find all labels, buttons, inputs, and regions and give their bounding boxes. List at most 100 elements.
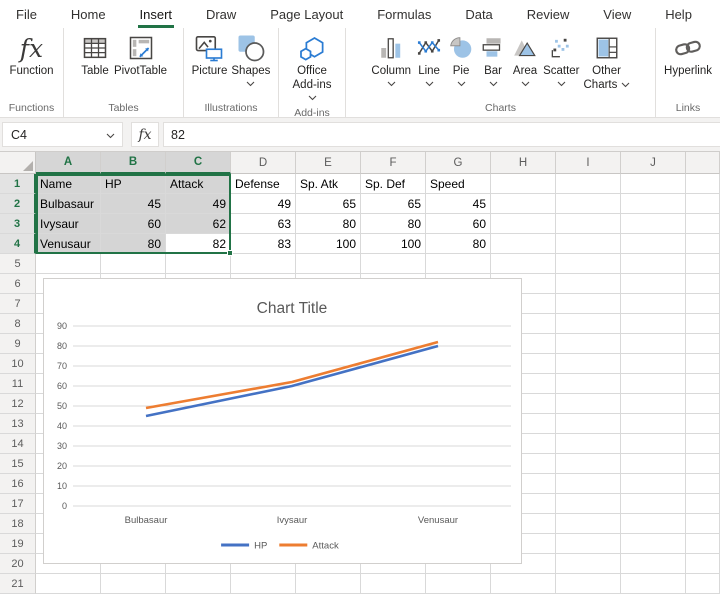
row-header-3[interactable]: 3	[0, 214, 36, 234]
cell-partial-21[interactable]	[686, 574, 720, 594]
cell-partial-11[interactable]	[686, 374, 720, 394]
cell-J13[interactable]	[621, 414, 686, 434]
cell-A1[interactable]: Name	[36, 174, 101, 194]
row-header-1[interactable]: 1	[0, 174, 36, 194]
row-header-15[interactable]: 15	[0, 454, 36, 474]
cell-C5[interactable]	[166, 254, 231, 274]
cell-partial-5[interactable]	[686, 254, 720, 274]
cell-A3[interactable]: Ivysaur	[36, 214, 101, 234]
tab-data[interactable]: Data	[463, 3, 494, 28]
cell-G5[interactable]	[426, 254, 491, 274]
column-header-partial[interactable]	[686, 152, 720, 174]
column-header-B[interactable]: B	[101, 152, 166, 174]
cell-J8[interactable]	[621, 314, 686, 334]
cell-J18[interactable]	[621, 514, 686, 534]
cell-D5[interactable]	[231, 254, 296, 274]
cell-I21[interactable]	[556, 574, 621, 594]
cell-H21[interactable]	[491, 574, 556, 594]
cell-I7[interactable]	[556, 294, 621, 314]
cell-H2[interactable]	[491, 194, 556, 214]
cell-J12[interactable]	[621, 394, 686, 414]
office-add-ins-button[interactable]: OfficeAdd-ins	[291, 30, 334, 104]
tab-help[interactable]: Help	[663, 3, 694, 28]
cell-G1[interactable]: Speed	[426, 174, 491, 194]
row-header-14[interactable]: 14	[0, 434, 36, 454]
column-header-E[interactable]: E	[296, 152, 361, 174]
cell-partial-3[interactable]	[686, 214, 720, 234]
cell-J15[interactable]	[621, 454, 686, 474]
cell-J5[interactable]	[621, 254, 686, 274]
column-header-F[interactable]: F	[361, 152, 426, 174]
cell-D1[interactable]: Defense	[231, 174, 296, 194]
cell-I15[interactable]	[556, 454, 621, 474]
cell-C4[interactable]: 82	[166, 234, 231, 254]
column-header-I[interactable]: I	[556, 152, 621, 174]
tab-page-layout[interactable]: Page Layout	[268, 3, 345, 28]
insert-function-button[interactable]: fx	[131, 122, 159, 147]
tab-home[interactable]: Home	[69, 3, 108, 28]
cell-E21[interactable]	[296, 574, 361, 594]
picture-button[interactable]: Picture	[190, 30, 230, 80]
cell-A5[interactable]	[36, 254, 101, 274]
cell-J10[interactable]	[621, 354, 686, 374]
cell-partial-20[interactable]	[686, 554, 720, 574]
row-header-7[interactable]: 7	[0, 294, 36, 314]
cell-B21[interactable]	[101, 574, 166, 594]
cell-E4[interactable]: 100	[296, 234, 361, 254]
cell-H1[interactable]	[491, 174, 556, 194]
cell-I12[interactable]	[556, 394, 621, 414]
cell-I1[interactable]	[556, 174, 621, 194]
column-header-A[interactable]: A	[36, 152, 101, 174]
bar-button[interactable]: Bar	[477, 30, 509, 90]
row-header-4[interactable]: 4	[0, 234, 36, 254]
cell-partial-2[interactable]	[686, 194, 720, 214]
cell-partial-17[interactable]	[686, 494, 720, 514]
cell-H5[interactable]	[491, 254, 556, 274]
cell-E5[interactable]	[296, 254, 361, 274]
cell-E3[interactable]: 80	[296, 214, 361, 234]
cell-C1[interactable]: Attack	[166, 174, 231, 194]
cell-partial-1[interactable]	[686, 174, 720, 194]
select-all-corner[interactable]	[0, 152, 36, 174]
row-header-11[interactable]: 11	[0, 374, 36, 394]
column-header-D[interactable]: D	[231, 152, 296, 174]
column-header-H[interactable]: H	[491, 152, 556, 174]
cell-I18[interactable]	[556, 514, 621, 534]
scatter-button[interactable]: Scatter	[541, 30, 581, 90]
tab-review[interactable]: Review	[525, 3, 572, 28]
cell-J6[interactable]	[621, 274, 686, 294]
cell-I6[interactable]	[556, 274, 621, 294]
cell-G3[interactable]: 60	[426, 214, 491, 234]
cell-F3[interactable]: 80	[361, 214, 426, 234]
cell-E2[interactable]: 65	[296, 194, 361, 214]
row-header-10[interactable]: 10	[0, 354, 36, 374]
table-button[interactable]: Table	[78, 30, 112, 80]
cell-B5[interactable]	[101, 254, 166, 274]
pie-button[interactable]: Pie	[445, 30, 477, 90]
cell-F1[interactable]: Sp. Def	[361, 174, 426, 194]
cell-I14[interactable]	[556, 434, 621, 454]
cell-D3[interactable]: 63	[231, 214, 296, 234]
row-header-13[interactable]: 13	[0, 414, 36, 434]
cell-partial-8[interactable]	[686, 314, 720, 334]
cell-A21[interactable]	[36, 574, 101, 594]
pivottable-button[interactable]: PivotTable	[112, 30, 169, 80]
cell-D4[interactable]: 83	[231, 234, 296, 254]
cell-I17[interactable]	[556, 494, 621, 514]
cell-I8[interactable]	[556, 314, 621, 334]
cell-I5[interactable]	[556, 254, 621, 274]
cell-D21[interactable]	[231, 574, 296, 594]
cell-E1[interactable]: Sp. Atk	[296, 174, 361, 194]
cell-J21[interactable]	[621, 574, 686, 594]
row-header-2[interactable]: 2	[0, 194, 36, 214]
cell-partial-14[interactable]	[686, 434, 720, 454]
cell-J1[interactable]	[621, 174, 686, 194]
cell-I20[interactable]	[556, 554, 621, 574]
cell-partial-6[interactable]	[686, 274, 720, 294]
cell-A2[interactable]: Bulbasaur	[36, 194, 101, 214]
row-header-5[interactable]: 5	[0, 254, 36, 274]
column-button[interactable]: Column	[369, 30, 413, 90]
cell-partial-7[interactable]	[686, 294, 720, 314]
row-header-12[interactable]: 12	[0, 394, 36, 414]
row-header-16[interactable]: 16	[0, 474, 36, 494]
